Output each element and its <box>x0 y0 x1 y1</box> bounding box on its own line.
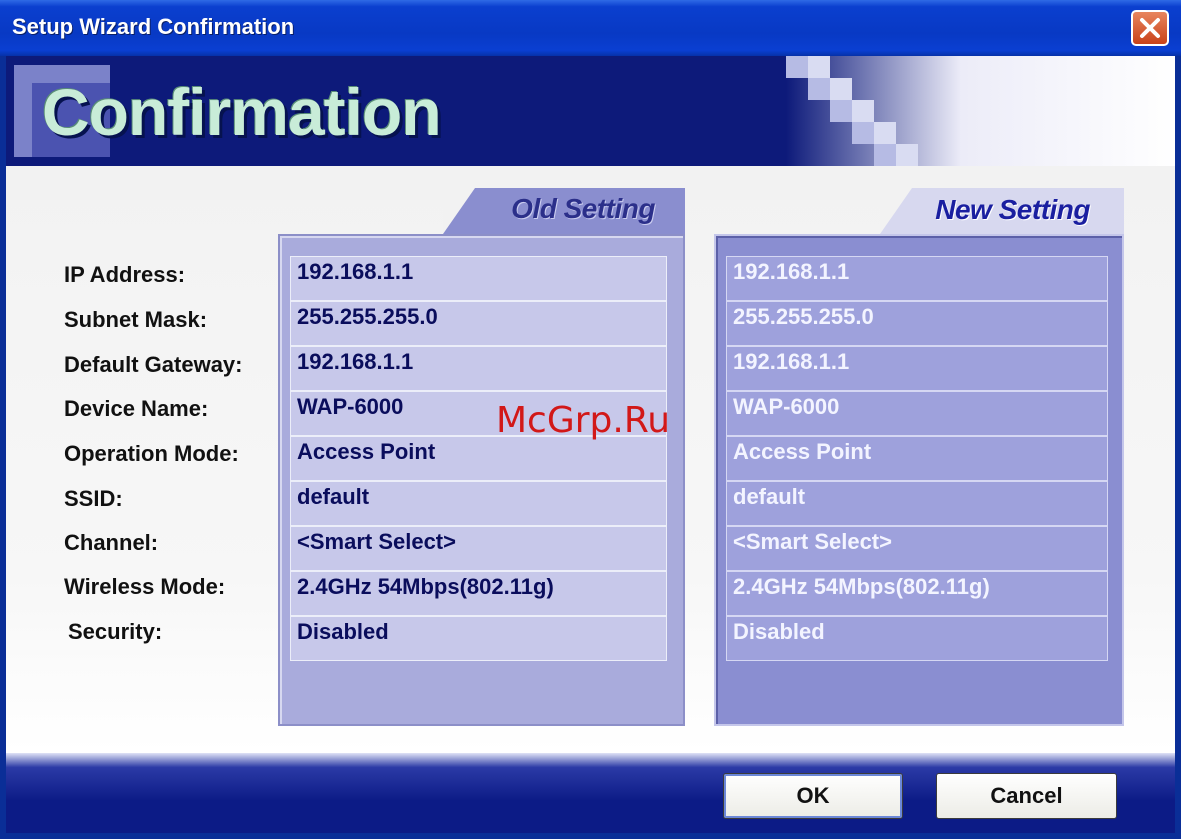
old-setting-tab: Old Setting <box>443 188 685 234</box>
setup-wizard-window: Setup Wizard Confirmation Confirmation I… <box>0 0 1181 839</box>
old-ssid: default <box>290 481 667 526</box>
new-ip-address: 192.168.1.1 <box>726 256 1108 301</box>
new-setting-title: New Setting <box>935 194 1090 225</box>
label-channel: Channel: <box>64 530 159 555</box>
close-icon <box>1140 18 1160 38</box>
new-setting-panel: 192.168.1.1 255.255.255.0 192.168.1.1 WA… <box>714 234 1124 726</box>
title-bar[interactable]: Setup Wizard Confirmation <box>0 0 1181 56</box>
label-ip-address: IP Address: <box>64 262 186 287</box>
new-ssid: default <box>726 481 1108 526</box>
old-operation-mode: Access Point <box>290 436 667 481</box>
new-device-name: WAP-6000 <box>726 391 1108 436</box>
label-subnet-mask: Subnet Mask: <box>64 307 208 332</box>
cancel-button[interactable]: Cancel <box>936 773 1117 819</box>
old-setting-panel: 192.168.1.1 255.255.255.0 192.168.1.1 WA… <box>278 234 685 726</box>
new-subnet-mask: 255.255.255.0 <box>726 301 1108 346</box>
watermark: McGrp.Ru <box>496 400 671 441</box>
old-ip-address: 192.168.1.1 <box>290 256 667 301</box>
dialog-body: Confirmation IP Address: Subnet Mask: De… <box>6 56 1175 833</box>
new-wireless-mode: 2.4GHz 54Mbps(802.11g) <box>726 571 1108 616</box>
label-operation-mode: Operation Mode: <box>64 441 239 466</box>
new-operation-mode: Access Point <box>726 436 1108 481</box>
label-ssid: SSID: <box>64 486 123 511</box>
old-security: Disabled <box>290 616 667 661</box>
new-tab-corner <box>880 188 912 234</box>
new-default-gateway: 192.168.1.1 <box>726 346 1108 391</box>
old-tab-corner <box>443 188 475 234</box>
label-wireless-mode: Wireless Mode: <box>64 574 226 599</box>
banner-title: Confirmation <box>42 75 442 149</box>
old-wireless-mode: 2.4GHz 54Mbps(802.11g) <box>290 571 667 616</box>
banner: Confirmation <box>6 56 1175 166</box>
new-security: Disabled <box>726 616 1108 661</box>
old-default-gateway: 192.168.1.1 <box>290 346 667 391</box>
old-channel: <Smart Select> <box>290 526 667 571</box>
ok-button[interactable]: OK <box>723 773 903 819</box>
close-button[interactable] <box>1131 10 1169 46</box>
new-setting-tab: New Setting <box>880 188 1124 234</box>
window-title: Setup Wizard Confirmation <box>12 14 295 39</box>
old-setting-title: Old Setting <box>511 193 655 224</box>
new-channel: <Smart Select> <box>726 526 1108 571</box>
label-security: Security: <box>68 619 163 644</box>
old-subnet-mask: 255.255.255.0 <box>290 301 667 346</box>
label-device-name: Device Name: <box>64 396 209 421</box>
label-default-gateway: Default Gateway: <box>64 352 243 377</box>
